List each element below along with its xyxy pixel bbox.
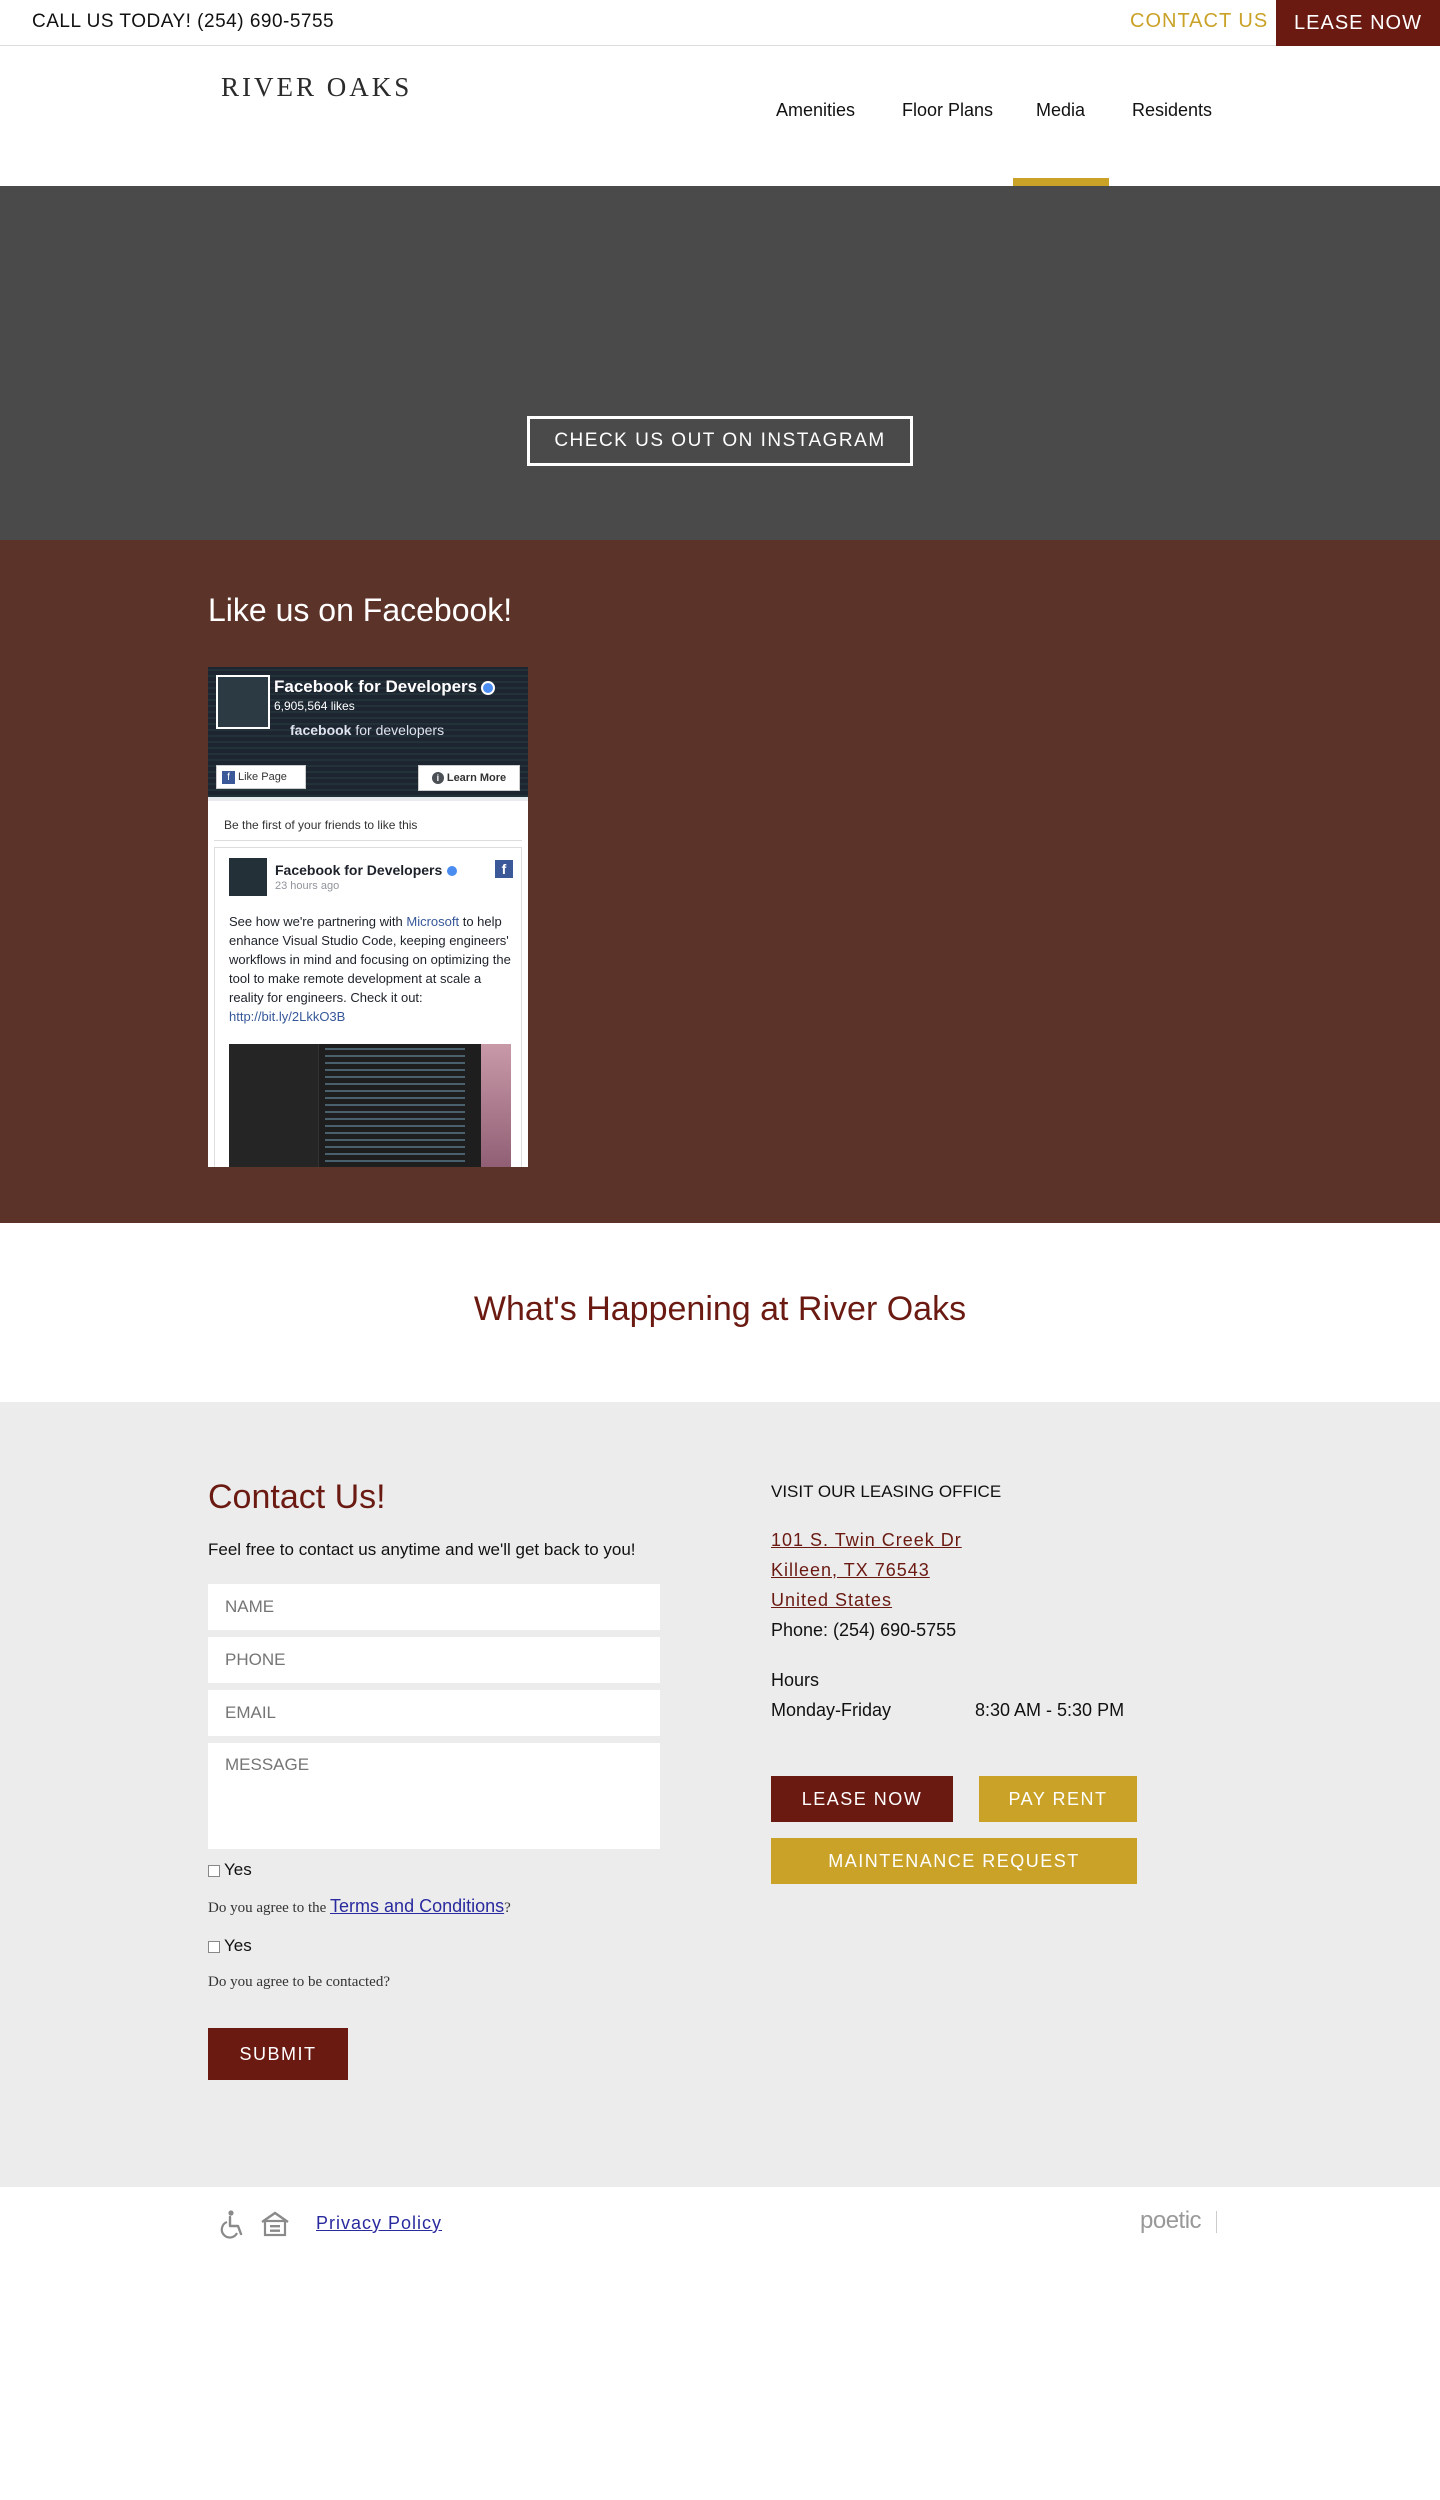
hours-time: 8:30 AM - 5:30 PM	[975, 1700, 1125, 1720]
verified-badge-icon	[446, 865, 459, 878]
contact-consent-checkbox[interactable]: Yes	[208, 1936, 252, 1956]
facebook-likes-count: 6,905,564 likes	[274, 699, 355, 713]
facebook-feed: Be the first of your friends to like thi…	[208, 801, 528, 1167]
post-timestamp[interactable]: 23 hours ago	[275, 880, 339, 892]
verified-badge-icon	[481, 680, 496, 695]
name-input[interactable]	[208, 1584, 660, 1630]
nav-active-indicator	[1013, 178, 1109, 186]
credit-divider	[1216, 2211, 1217, 2233]
message-textarea[interactable]	[208, 1743, 660, 1849]
nav-item-residents[interactable]: Residents	[1132, 100, 1212, 121]
facebook-post: Facebook for Developers 23 hours ago f S…	[214, 847, 522, 1167]
submit-button[interactable]: SUBMIT	[208, 2028, 348, 2080]
terms-link[interactable]: Terms and Conditions	[330, 1896, 504, 1916]
post-author-name[interactable]: Facebook for Developers	[275, 862, 442, 878]
facebook-page-avatar[interactable]	[216, 675, 270, 729]
email-input[interactable]	[208, 1690, 660, 1736]
leasing-office-title: VISIT OUR LEASING OFFICE	[771, 1482, 1002, 1501]
equal-housing-icon	[261, 2211, 289, 2237]
facebook-brand-text: facebook for developers	[290, 722, 445, 738]
post-image[interactable]	[229, 1044, 511, 1167]
site-header: RIVER OAKS Amenities Floor Plans Media R…	[0, 46, 1440, 186]
contact-us-link[interactable]: CONTACT US	[1130, 10, 1268, 33]
top-bar: CALL US TODAY! (254) 690-5755 CONTACT US…	[0, 0, 1440, 46]
info-icon: i	[431, 772, 444, 784]
checkbox-box[interactable]	[208, 1864, 220, 1877]
facebook-section-title: Like us on Facebook!	[208, 592, 513, 628]
address-line-1[interactable]: 101 S. Twin Creek Dr	[771, 1530, 962, 1551]
instagram-hero: CHECK US OUT ON INSTAGRAM	[0, 186, 1440, 540]
office-phone: Phone: (254) 690-5755	[771, 1620, 957, 1640]
contact-title: Contact Us!	[208, 1478, 386, 1516]
whats-happening-heading: What's Happening at River Oaks	[473, 1290, 967, 1328]
hours-title: Hours	[771, 1670, 820, 1690]
instagram-button[interactable]: CHECK US OUT ON INSTAGRAM	[527, 416, 913, 466]
site-logo[interactable]: RIVER OAKS	[221, 72, 412, 103]
wheelchair-accessibility-icon	[220, 2210, 243, 2239]
pay-rent-button[interactable]: PAY RENT	[979, 1776, 1137, 1822]
friends-like-text: Be the first of your friends to like thi…	[214, 809, 522, 841]
call-us-phone[interactable]: CALL US TODAY! (254) 690-5755	[32, 11, 334, 33]
maintenance-request-button[interactable]: MAINTENANCE REQUEST	[771, 1838, 1137, 1884]
facebook-logo-icon[interactable]: f	[495, 860, 513, 878]
site-footer: Privacy Policy poetic	[0, 2187, 1440, 2247]
phone-input[interactable]	[208, 1637, 660, 1683]
facebook-section: Like us on Facebook! Facebook for Develo…	[0, 540, 1440, 1223]
post-short-link[interactable]: http://bit.ly/2LkkO3B	[229, 1009, 345, 1024]
privacy-policy-link[interactable]: Privacy Policy	[316, 2213, 442, 2234]
post-author-avatar[interactable]	[229, 858, 267, 896]
contact-subtitle: Feel free to contact us anytime and we'l…	[208, 1540, 636, 1559]
terms-checkbox[interactable]: Yes	[208, 1860, 252, 1880]
hours-day: Monday-Friday	[771, 1700, 892, 1720]
facebook-f-icon: f	[222, 770, 235, 784]
lease-now-button[interactable]: LEASE NOW	[771, 1776, 953, 1822]
facebook-page-widget: Facebook for Developers 6,905,564 likes …	[208, 667, 528, 1167]
facebook-page-name[interactable]: Facebook for Developers	[274, 677, 477, 696]
like-page-button[interactable]: f Like Page	[216, 765, 306, 789]
checkbox-box[interactable]	[208, 1940, 220, 1953]
microsoft-link[interactable]: Microsoft	[406, 914, 459, 929]
address-line-3[interactable]: United States	[771, 1590, 892, 1611]
nav-item-media[interactable]: Media	[1036, 100, 1085, 121]
agree-terms-text: Do you agree to the Terms and Conditions…	[208, 1896, 511, 1916]
nav-item-amenities[interactable]: Amenities	[776, 100, 855, 121]
post-text: See how we're partnering with Microsoft …	[229, 914, 511, 1024]
address-line-2[interactable]: Killeen, TX 76543	[771, 1560, 930, 1581]
learn-more-button[interactable]: i Learn More	[418, 765, 520, 791]
nav-item-floor-plans[interactable]: Floor Plans	[902, 100, 993, 121]
agree-contact-text: Do you agree to be contacted?	[208, 1974, 390, 1990]
lease-now-top-button[interactable]: LEASE NOW	[1276, 0, 1440, 46]
facebook-cover-image: Facebook for Developers 6,905,564 likes …	[208, 667, 528, 797]
poetic-credit-logo[interactable]: poetic	[1140, 2207, 1202, 2235]
contact-section: Contact Us! Feel free to contact us anyt…	[0, 1402, 1440, 2187]
